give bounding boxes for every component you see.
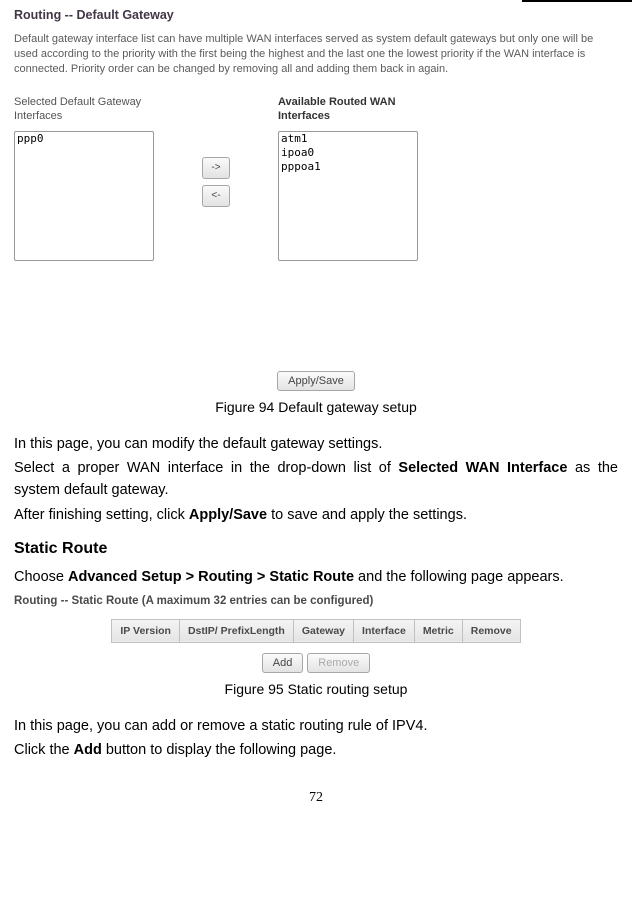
remove-button[interactable]: Remove (307, 653, 370, 673)
list-item[interactable]: atm1 (279, 132, 417, 146)
static-route-panel-title: Routing -- Static Route (A maximum 32 en… (14, 595, 618, 607)
available-interfaces-listbox[interactable]: atm1ipoa0pppoa1 (278, 131, 418, 261)
text-fragment: and the following page appears. (354, 569, 564, 585)
table-header-cell: Metric (414, 619, 462, 642)
available-interfaces-label: Available Routed WAN Interfaces (278, 95, 418, 123)
paragraph-click-add: Click the Add button to display the foll… (14, 739, 618, 761)
gateway-panel-description: Default gateway interface list can have … (14, 32, 618, 77)
gateway-panel-title: Routing -- Default Gateway (14, 8, 618, 22)
text-fragment: to save and apply the settings. (267, 507, 467, 523)
table-header-cell: DstIP/ PrefixLength (179, 619, 293, 642)
apply-save-button[interactable]: Apply/Save (277, 371, 355, 391)
text-fragment: Click the (14, 742, 74, 758)
paragraph-select-wan: Select a proper WAN interface in the dro… (14, 457, 618, 502)
list-item[interactable]: pppoa1 (279, 160, 417, 174)
text-bold-add: Add (74, 742, 102, 758)
gateway-panel: Routing -- Default Gateway Default gatew… (14, 8, 618, 391)
move-left-button[interactable]: <- (202, 185, 230, 207)
table-header-cell: Interface (354, 619, 415, 642)
static-route-table: IP VersionDstIP/ PrefixLengthGatewayInte… (111, 619, 520, 643)
page-number: 72 (14, 790, 618, 806)
static-route-panel: Routing -- Static Route (A maximum 32 en… (14, 595, 618, 673)
list-item[interactable]: ipoa0 (279, 146, 417, 160)
table-header-cell: Remove (462, 619, 520, 642)
paragraph-apply-save: After finishing setting, click Apply/Sav… (14, 504, 618, 526)
selected-interfaces-listbox[interactable]: ppp0 (14, 131, 154, 261)
text-fragment: Choose (14, 569, 68, 585)
text-bold-selected-wan: Selected WAN Interface (398, 460, 567, 476)
move-right-button[interactable]: -> (202, 157, 230, 179)
paragraph-add-remove-rule: In this page, you can add or remove a st… (14, 715, 618, 737)
figure-94-caption: Figure 94 Default gateway setup (14, 399, 618, 415)
selected-interfaces-label: Selected Default Gateway Interfaces (14, 95, 154, 123)
table-header-cell: IP Version (112, 619, 180, 642)
top-decorative-bar (522, 0, 632, 2)
figure-95-caption: Figure 95 Static routing setup (14, 681, 618, 697)
paragraph-choose-static-route: Choose Advanced Setup > Routing > Static… (14, 566, 618, 588)
text-fragment: After finishing setting, click (14, 507, 189, 523)
text-fragment: Select a proper WAN interface in the dro… (14, 460, 398, 476)
add-button[interactable]: Add (262, 653, 304, 673)
static-route-heading: Static Route (14, 540, 618, 558)
text-fragment: button to display the following page. (102, 742, 337, 758)
list-item[interactable]: ppp0 (15, 132, 153, 146)
text-bold-apply-save: Apply/Save (189, 507, 267, 523)
paragraph-modify-gateway: In this page, you can modify the default… (14, 433, 618, 455)
text-bold-nav-path: Advanced Setup > Routing > Static Route (68, 569, 354, 585)
table-header-cell: Gateway (293, 619, 353, 642)
